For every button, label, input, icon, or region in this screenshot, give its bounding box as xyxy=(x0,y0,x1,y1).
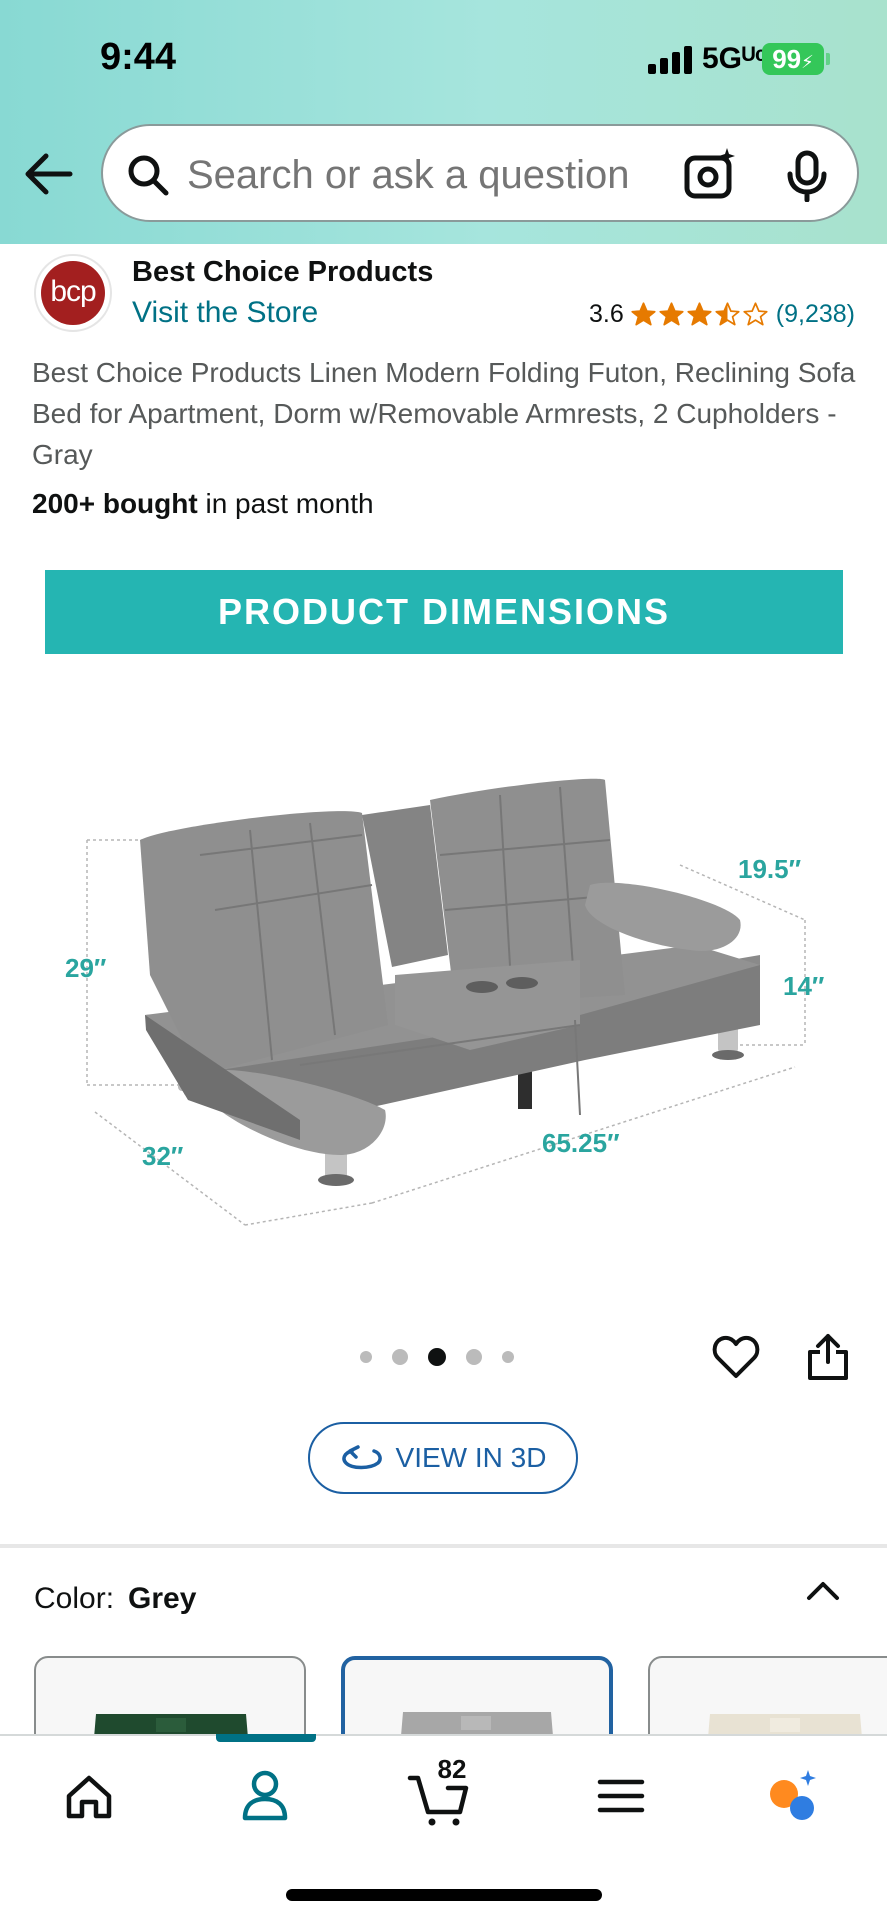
carousel-dot-active[interactable] xyxy=(428,1348,446,1366)
home-indicator-bar xyxy=(286,1889,602,1901)
rufus-ai-icon[interactable] xyxy=(758,1760,828,1830)
dimension-label-arm-depth: 19.5″ xyxy=(738,854,801,884)
dimension-label-depth: 32″ xyxy=(142,1141,183,1171)
section-divider xyxy=(0,1544,887,1548)
brand-logo[interactable]: bcp xyxy=(34,254,112,332)
rotate-3d-icon xyxy=(341,1445,382,1470)
color-selector-header: Color: Grey xyxy=(34,1582,196,1616)
selected-color: Grey xyxy=(128,1582,197,1615)
top-header: 9:44 5Gᵁᶜ 99⚡ xyxy=(0,0,887,244)
view-in-3d-button[interactable]: VIEW IN 3D xyxy=(308,1422,578,1494)
menu-icon[interactable] xyxy=(586,1760,656,1830)
product-image[interactable]: 29″ 19.5″ 14″ 32″ 65.25″ xyxy=(0,555,887,1275)
product-title: Best Choice Products Linen Modern Foldin… xyxy=(32,357,856,470)
wishlist-heart-icon[interactable] xyxy=(712,1334,760,1380)
search-bar[interactable] xyxy=(101,124,859,222)
star-full-icon xyxy=(659,302,684,326)
active-tab-indicator xyxy=(216,1734,316,1742)
view-in-3d-label: VIEW IN 3D xyxy=(395,1442,547,1473)
home-icon[interactable] xyxy=(54,1760,124,1830)
star-half-icon xyxy=(715,302,740,326)
star-empty-icon xyxy=(743,302,768,326)
bought-in-past-month: 200+ bought in past month xyxy=(32,488,374,520)
search-input[interactable] xyxy=(187,148,657,202)
battery-indicator: 99⚡ xyxy=(762,43,830,75)
cart-count-badge: 82 xyxy=(437,1754,467,1784)
rating-summary[interactable]: 3.6 (9,238) xyxy=(589,300,855,329)
star-rating xyxy=(630,301,770,328)
dimension-label-width: 65.25″ xyxy=(542,1128,620,1158)
chevron-up-icon[interactable] xyxy=(803,1572,843,1608)
share-icon[interactable] xyxy=(806,1332,850,1382)
brand-logo-text: bcp xyxy=(41,261,105,325)
star-full-icon xyxy=(687,302,712,326)
star-full-icon xyxy=(631,302,656,326)
carousel-dot[interactable] xyxy=(502,1351,514,1363)
back-button[interactable] xyxy=(22,148,78,200)
sofa-illustration xyxy=(86,778,806,1226)
carousel-dot[interactable] xyxy=(466,1349,482,1365)
network-label: 5Gᵁᶜ xyxy=(702,42,767,75)
camera-search-icon[interactable] xyxy=(683,146,739,202)
signal-icon xyxy=(648,46,694,74)
dimension-label-height: 29″ xyxy=(65,953,106,983)
account-icon[interactable] xyxy=(230,1760,300,1830)
status-time: 9:44 xyxy=(100,36,177,78)
search-icon xyxy=(128,155,169,196)
brand-name: Best Choice Products xyxy=(132,256,434,288)
rating-value: 3.6 xyxy=(589,300,624,328)
bought-count: 200+ bought xyxy=(32,488,198,519)
dimension-label-seat-height: 14″ xyxy=(783,971,824,1001)
color-label: Color: xyxy=(34,1582,115,1615)
bought-suffix: in past month xyxy=(197,488,374,519)
rating-count[interactable]: (9,238) xyxy=(776,300,855,329)
back-arrow-icon xyxy=(25,153,73,195)
carousel-dot[interactable] xyxy=(392,1349,408,1365)
amazon-product-page: { "status_bar": { "time": "9:44", "netwo… xyxy=(0,0,887,1920)
carousel-dot[interactable] xyxy=(360,1351,372,1363)
microphone-icon[interactable] xyxy=(785,150,829,202)
visit-store-link[interactable]: Visit the Store xyxy=(132,296,318,330)
product-dimensions-banner: PRODUCT DIMENSIONS xyxy=(45,570,843,654)
image-carousel-indicator[interactable] xyxy=(360,1348,534,1366)
battery-level: 99 xyxy=(772,44,802,74)
